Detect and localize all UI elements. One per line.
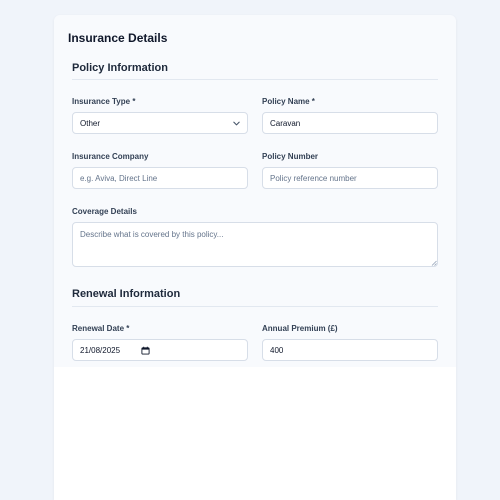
card-title: Insurance Details <box>68 31 168 45</box>
insurance-company-label: Insurance Company <box>72 152 149 161</box>
policy-number-label: Policy Number <box>262 152 319 161</box>
section-divider <box>72 306 438 307</box>
coverage-details-textarea[interactable] <box>72 222 438 267</box>
annual-premium-label: Annual Premium (£) <box>262 324 338 333</box>
insurance-details-card: Insurance Details Policy Information Ins… <box>54 15 456 500</box>
renewal-date-value: 21/08/2025 <box>80 346 121 355</box>
policy-name-input[interactable] <box>262 112 438 134</box>
card-footer-area <box>54 367 456 500</box>
policy-name-label: Policy Name * <box>262 97 315 106</box>
renewal-date-input[interactable]: 21/08/2025 <box>72 339 248 361</box>
insurance-type-label: Insurance Type * <box>72 97 136 106</box>
renewal-information-heading: Renewal Information <box>72 288 181 300</box>
annual-premium-input[interactable] <box>262 339 438 361</box>
renewal-date-label: Renewal Date * <box>72 324 130 333</box>
section-divider <box>72 79 438 80</box>
insurance-type-value: Other <box>80 119 101 128</box>
insurance-type-select[interactable]: Other <box>72 112 248 134</box>
policy-number-input[interactable] <box>262 167 438 189</box>
coverage-details-label: Coverage Details <box>72 207 137 216</box>
policy-information-heading: Policy Information <box>72 62 168 74</box>
resize-handle-icon[interactable] <box>431 260 437 266</box>
calendar-icon[interactable] <box>141 346 150 355</box>
chevron-down-icon <box>233 121 240 126</box>
insurance-company-input[interactable] <box>72 167 248 189</box>
